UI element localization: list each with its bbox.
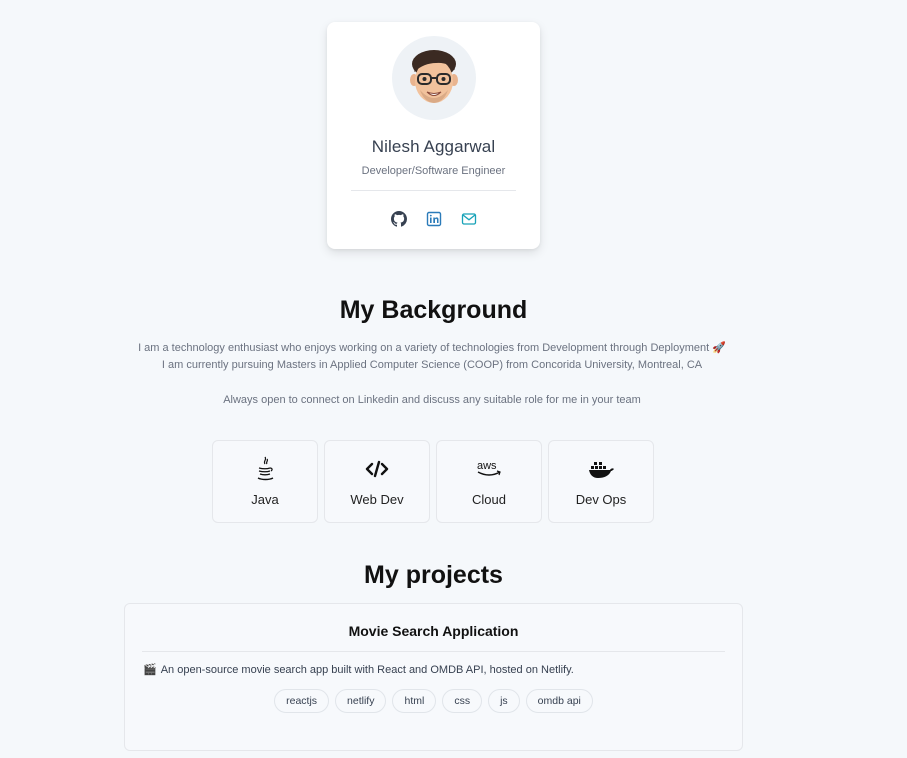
background-title: My Background <box>339 296 528 324</box>
github-icon[interactable] <box>390 211 407 227</box>
linkedin-icon[interactable] <box>426 211 442 227</box>
projects-title: My projects <box>364 561 503 589</box>
tag: css <box>442 689 483 713</box>
java-icon <box>255 456 275 482</box>
skill-card-cloud: aws Cloud <box>436 440 542 523</box>
skill-card-web-dev: Web Dev <box>324 440 430 523</box>
background-text-line: I am a technology enthusiast who enjoys … <box>138 342 726 354</box>
background-text-line: Always open to connect on Linkedin and d… <box>223 394 641 406</box>
skill-label: Dev Ops <box>575 492 627 507</box>
tag: html <box>392 689 437 713</box>
divider <box>351 190 516 191</box>
aws-icon: aws <box>475 456 503 482</box>
tag: js <box>488 689 520 713</box>
skill-card-dev-ops: Dev Ops <box>548 440 654 523</box>
skill-card-java: Java <box>212 440 318 523</box>
profile-role: Developer/Software Engineer <box>361 165 506 177</box>
skill-label: Java <box>251 492 279 507</box>
tag: omdb api <box>525 689 593 713</box>
profile-card: Nilesh Aggarwal Developer/Software Engin… <box>327 22 540 249</box>
tag: netlify <box>335 689 387 713</box>
svg-text:aws: aws <box>477 460 497 472</box>
divider <box>142 651 725 652</box>
tag: reactjs <box>274 689 330 713</box>
profile-name: Nilesh Aggarwal <box>371 137 496 156</box>
social-links <box>327 211 540 227</box>
project-tags: reactjs netlify html css js omdb api <box>125 689 742 713</box>
docker-icon <box>588 456 614 482</box>
portfolio-page: Nilesh Aggarwal Developer/Software Engin… <box>0 0 907 758</box>
skills-grid: Java Web Dev aws Cloud Dev Ops <box>212 440 654 523</box>
avatar <box>392 36 476 120</box>
skill-label: Web Dev <box>350 492 404 507</box>
background-text-line: I am currently pursuing Masters in Appli… <box>161 359 703 371</box>
mail-icon[interactable] <box>461 211 477 227</box>
clapperboard-icon: 🎬 <box>143 664 157 676</box>
project-description: 🎬 An open-source movie search app built … <box>143 663 574 677</box>
project-title: Movie Search Application <box>348 623 519 639</box>
project-description-text: An open-source movie search app built wi… <box>160 663 574 676</box>
code-icon <box>365 456 389 482</box>
project-card[interactable]: Movie Search Application 🎬 An open-sourc… <box>124 603 743 751</box>
skill-label: Cloud <box>472 492 506 507</box>
